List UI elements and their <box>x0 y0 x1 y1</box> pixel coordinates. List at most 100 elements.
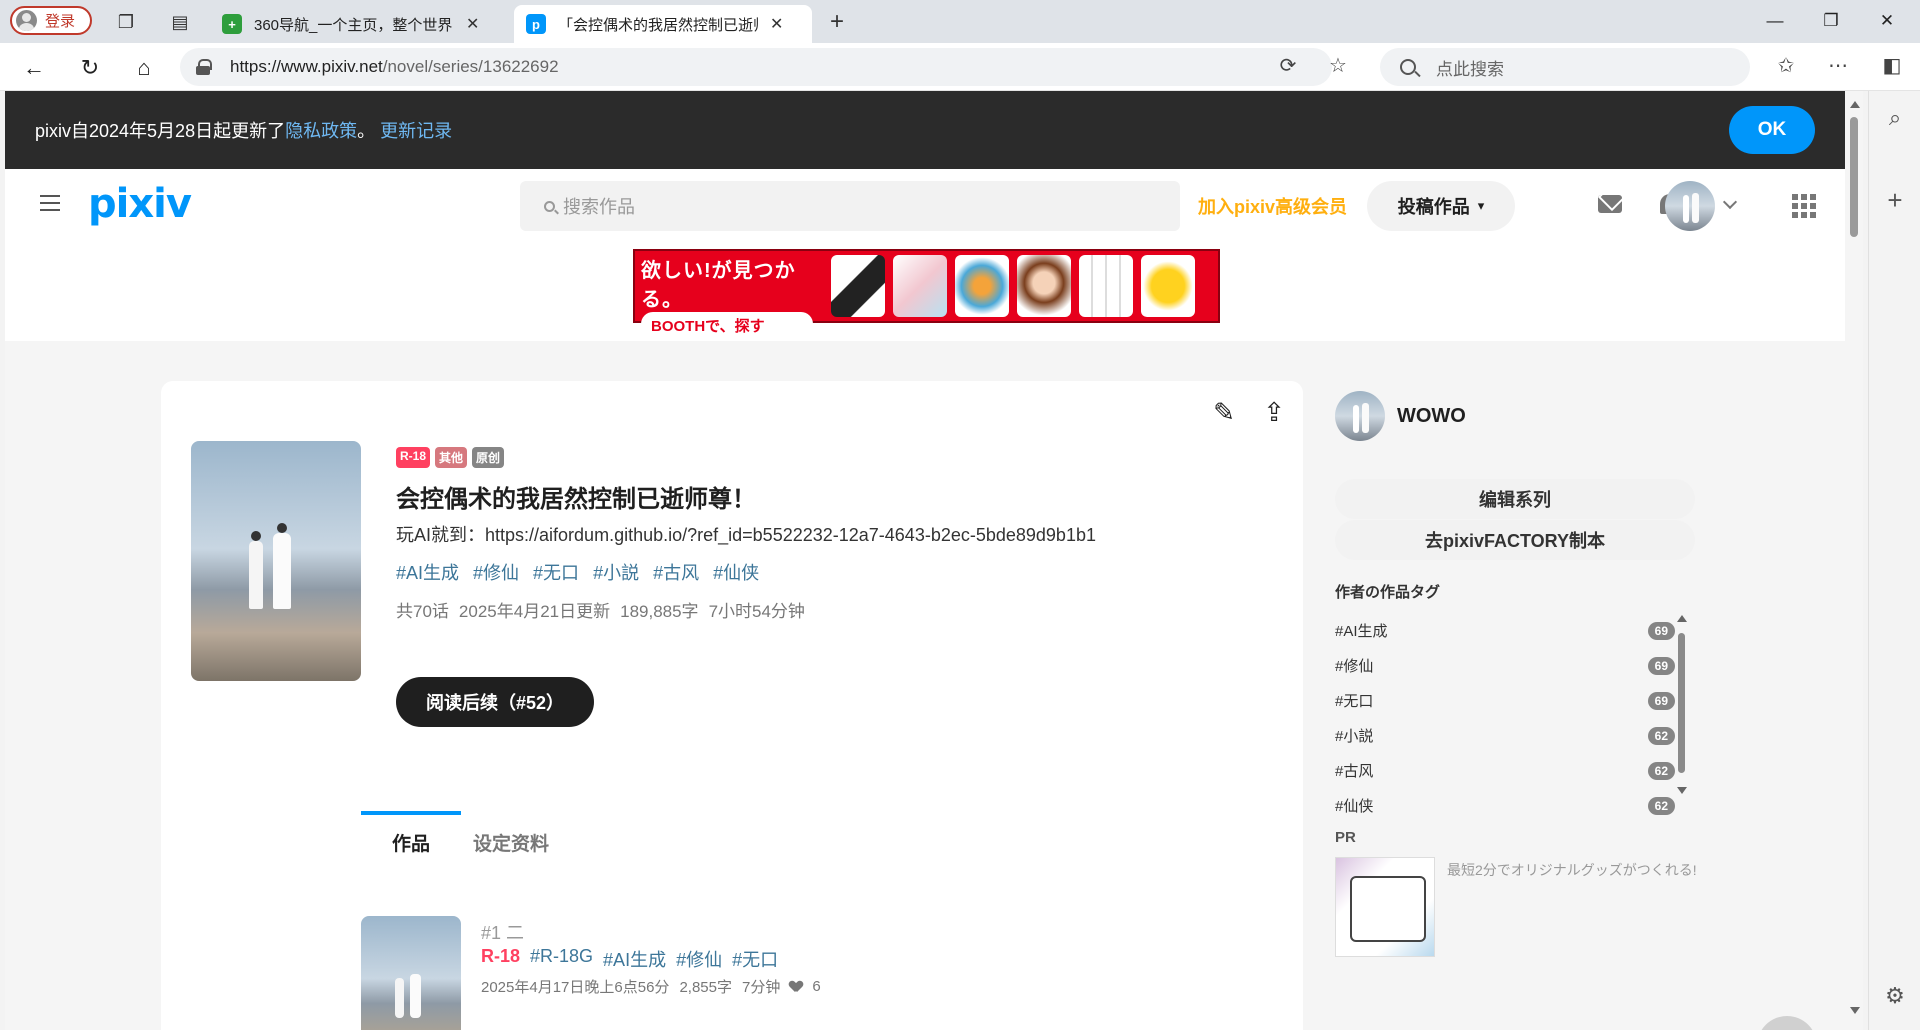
menu-icon[interactable] <box>40 195 60 211</box>
pixiv-header: pixiv 搜索作品 加入pixiv高级会员 投稿作品 ▾ <box>5 169 1845 241</box>
collections-icon[interactable]: ❐ <box>112 8 140 36</box>
browser-tab-strip: 登录 ❐ ▤ + 360导航_一个主页，整个世界 ✕ p 「会控偶术的我居然控制… <box>0 0 1920 43</box>
episode-number[interactable]: #1 二 <box>481 919 524 945</box>
episode-tags: R-18 #R-18G #AI生成 #修仙 #无口 <box>481 946 778 972</box>
translate-icon[interactable]: ⟳ <box>1272 49 1304 81</box>
pr-ad-image[interactable] <box>1335 857 1435 957</box>
restore-icon[interactable]: ❐ <box>1808 6 1854 36</box>
pr-ad-text[interactable]: 最短2分でオリジナルグッズがつくれる! <box>1447 861 1697 879</box>
tag-link[interactable]: #无口 <box>533 559 579 585</box>
read-time: 7小时54分钟 <box>708 602 805 621</box>
favorite-star-icon[interactable]: ☆ <box>1322 49 1354 81</box>
chevron-down-icon: ▾ <box>1477 198 1485 213</box>
post-work-button[interactable]: 投稿作品 ▾ <box>1367 181 1515 231</box>
author-avatar[interactable] <box>1335 391 1385 441</box>
pr-heading: PR <box>1335 829 1356 846</box>
author-tag-item[interactable]: #小説 62 <box>1335 718 1675 753</box>
tab-title: 360导航_一个主页，整个世界 <box>254 16 453 34</box>
continue-reading-button[interactable]: 阅读后续（#52） <box>396 677 594 727</box>
author-info[interactable]: WOWO <box>1335 391 1466 441</box>
tag-count: 69 <box>1647 656 1675 675</box>
episode-thumbnail[interactable] <box>361 916 461 1030</box>
tag-link[interactable]: #古风 <box>653 559 699 585</box>
work-search-input[interactable]: 搜索作品 <box>520 181 1180 231</box>
home-icon[interactable]: ⌂ <box>128 52 160 84</box>
author-name[interactable]: WOWO <box>1397 405 1466 428</box>
author-tag-item[interactable]: #古风 62 <box>1335 753 1675 788</box>
back-icon[interactable]: ← <box>18 52 50 84</box>
tag-link[interactable]: #小説 <box>593 559 639 585</box>
page-scrollbar[interactable] <box>1845 91 1863 1030</box>
tag-link[interactable]: #R-18G <box>530 946 593 972</box>
add-icon[interactable]: + <box>1882 185 1908 215</box>
tag-link[interactable]: #修仙 <box>473 559 519 585</box>
360-favicon-icon: + <box>222 14 242 34</box>
tab-settings-material[interactable]: 设定资料 <box>461 811 561 873</box>
post-label: 投稿作品 <box>1397 197 1470 217</box>
tag-link[interactable]: #无口 <box>732 946 778 972</box>
back-to-top-button[interactable] <box>1757 1016 1817 1030</box>
url-field[interactable]: https://www.pixiv.net/novel/series/13622… <box>180 48 1332 86</box>
browser-search-input[interactable]: 点此搜索 <box>1380 48 1750 86</box>
author-tag-item[interactable]: #无口 69 <box>1335 683 1675 718</box>
tag-count: 69 <box>1647 621 1675 640</box>
tag-name: #AI生成 <box>1335 623 1388 640</box>
chevron-down-icon[interactable] <box>1722 194 1738 210</box>
edit-pencil-icon[interactable]: ✎ <box>1207 395 1241 429</box>
url-path: /novel/series/13622692 <box>382 57 559 76</box>
tab-works[interactable]: 作品 <box>361 811 461 873</box>
tag-link[interactable]: #修仙 <box>676 946 722 972</box>
refresh-icon[interactable]: ↻ <box>74 52 106 84</box>
changelog-link[interactable]: 更新记录 <box>380 117 452 143</box>
tab-pixiv[interactable]: p 「会控偶术的我居然控制已逝师尊 ✕ <box>514 5 812 43</box>
author-tag-item[interactable]: #AI生成 69 <box>1335 613 1675 648</box>
new-tab-icon[interactable]: + <box>823 8 851 36</box>
favorites-icon[interactable]: ✩ <box>1770 49 1802 81</box>
close-tab-icon[interactable]: ✕ <box>466 14 479 34</box>
close-tab-icon[interactable]: ✕ <box>770 14 783 34</box>
tag-link[interactable]: #AI生成 <box>603 946 666 972</box>
privacy-link[interactable]: 隐私政策 <box>285 117 357 143</box>
message-icon[interactable] <box>1597 191 1623 217</box>
tag-link[interactable]: #AI生成 <box>396 559 459 585</box>
content-tabs: 作品 设定资料 <box>361 811 561 873</box>
search-icon[interactable]: ⌕ <box>1882 105 1908 131</box>
tag-list-scrollbar[interactable] <box>1675 613 1689 803</box>
address-bar-row: ← ↻ ⌂ https://www.pixiv.net/novel/series… <box>0 43 1920 91</box>
char-count: 189,885字 <box>620 602 699 621</box>
author-tags-heading: 作者の作品タグ <box>1335 584 1441 601</box>
premium-link[interactable]: 加入pixiv高级会员 <box>1198 193 1347 219</box>
episode-rating: R-18 <box>481 946 521 966</box>
lock-icon <box>196 59 212 75</box>
apps-grid-icon[interactable] <box>1792 194 1816 218</box>
tag-count: 62 <box>1647 761 1675 780</box>
settings-gear-icon[interactable]: ⚙ <box>1882 983 1908 1009</box>
author-tag-item[interactable]: #修仙 69 <box>1335 648 1675 683</box>
author-tag-item[interactable]: #仙侠 62 <box>1335 788 1675 823</box>
series-cover-image[interactable] <box>191 441 361 681</box>
tag-count: 62 <box>1647 796 1675 815</box>
booth-ad-banner[interactable]: 欲しい!が見つかる。 BOOTHで、探す <box>633 249 1220 339</box>
edit-series-button[interactable]: 编辑系列 <box>1335 479 1695 519</box>
user-avatar[interactable] <box>1665 181 1715 231</box>
tab-360[interactable]: + 360导航_一个主页，整个世界 ✕ <box>210 5 510 43</box>
profile-login-button[interactable]: 登录 <box>10 6 92 35</box>
more-menu-icon[interactable]: ⋯ <box>1822 49 1854 81</box>
close-window-icon[interactable]: ✕ <box>1864 6 1910 36</box>
episode-meta: 2025年4月17日晚上6点56分 2,855字 7分钟 6 <box>481 976 821 997</box>
banner-booth-label: BOOTHで、探す <box>641 312 813 339</box>
tab-actions-icon[interactable]: ▤ <box>166 8 194 36</box>
ok-button[interactable]: OK <box>1729 106 1815 154</box>
factory-button[interactable]: 去pixivFACTORY制本 <box>1335 520 1695 560</box>
series-meta: 共70话 2025年4月21日更新 189,885字 7小时54分钟 <box>396 597 805 622</box>
sidebar-toggle-icon[interactable]: ◧ <box>1876 49 1908 81</box>
search-icon <box>1400 59 1416 75</box>
pixiv-favicon-icon: p <box>526 14 546 34</box>
share-icon[interactable]: ⇪ <box>1257 395 1291 429</box>
tag-link[interactable]: #仙侠 <box>713 559 759 585</box>
r18-badge: R-18 <box>396 447 431 468</box>
scroll-thumb <box>1678 633 1685 773</box>
minimize-icon[interactable]: — <box>1752 6 1798 36</box>
pixiv-logo[interactable]: pixiv <box>88 181 192 227</box>
notice-text: pixiv自2024年5月28日起更新了 <box>35 121 286 141</box>
